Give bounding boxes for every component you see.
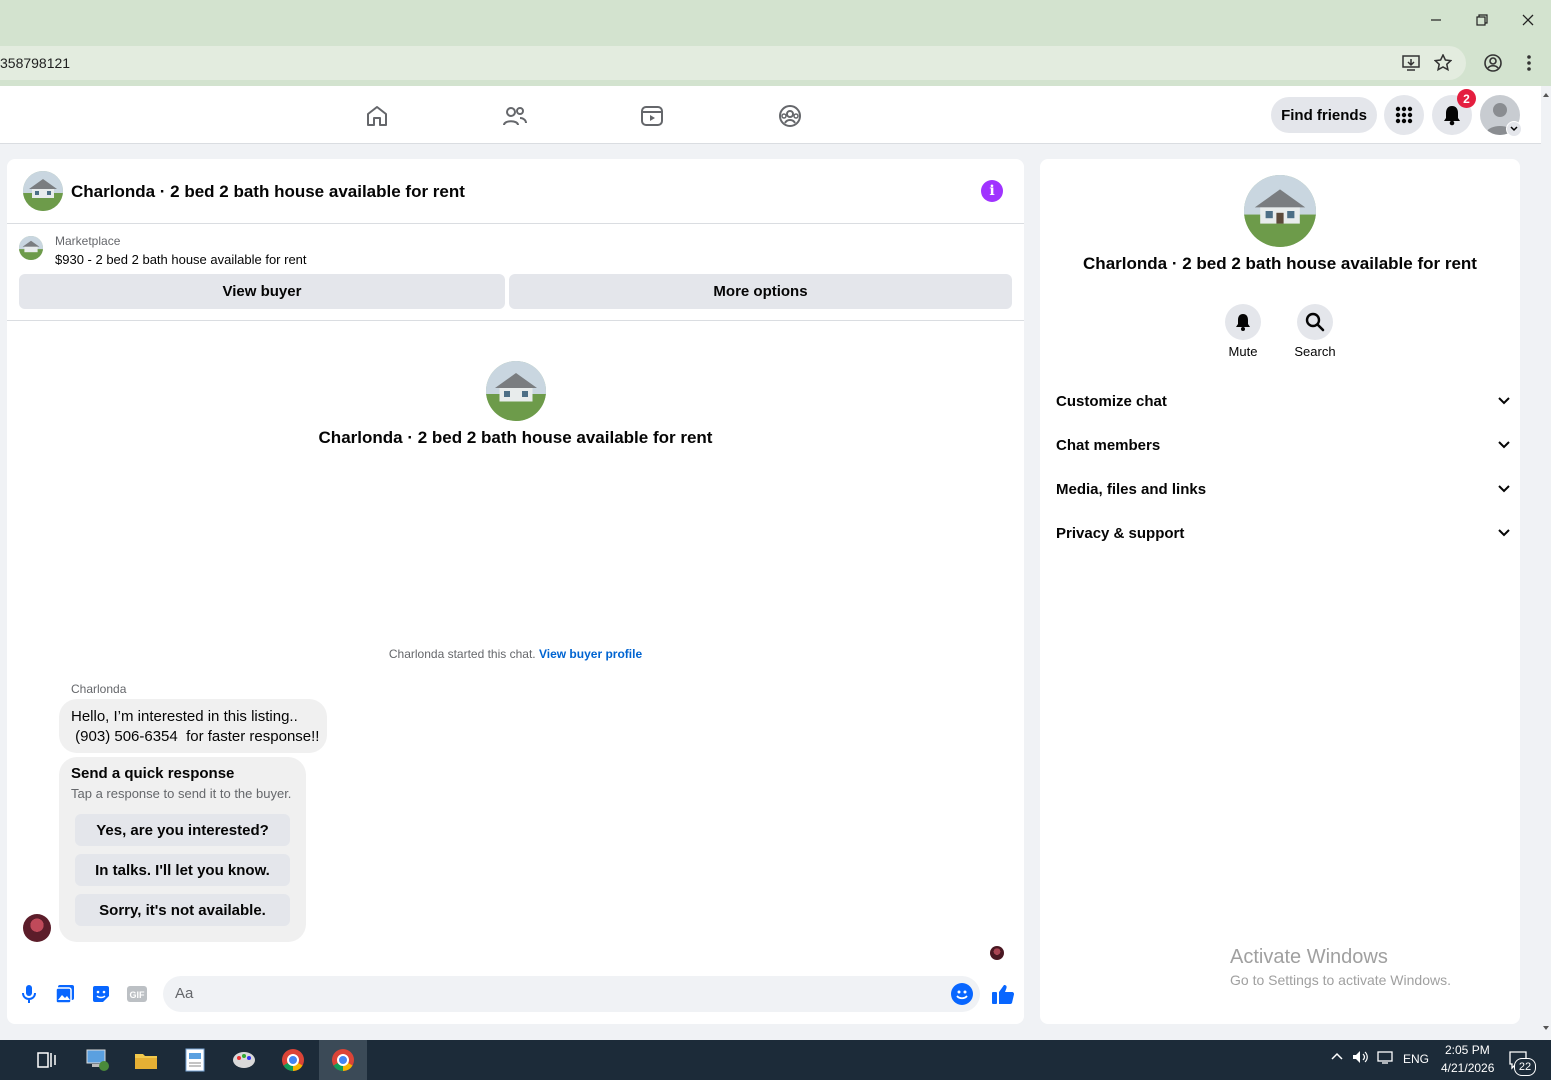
- chat-started-text: Charlonda started this chat.: [388, 647, 536, 661]
- restore-icon[interactable]: [1459, 0, 1505, 40]
- conversation-avatar[interactable]: [486, 361, 546, 421]
- url-text[interactable]: 358798121: [0, 55, 70, 71]
- like-icon[interactable]: [990, 982, 1016, 1006]
- listing-thumbnail[interactable]: [19, 236, 43, 260]
- microphone-icon[interactable]: [17, 982, 41, 1006]
- more-options-button[interactable]: More options: [509, 274, 1012, 309]
- clock-time[interactable]: 2:05 PM: [1445, 1043, 1490, 1057]
- section-label: Privacy & support: [1056, 524, 1185, 542]
- chat-title: Charlonda · 2 bed 2 bath house available…: [71, 182, 465, 201]
- quick-response-button[interactable]: Sorry, it's not available.: [75, 894, 290, 926]
- emoji-icon[interactable]: [951, 983, 973, 1005]
- paint-app-icon[interactable]: [221, 1043, 267, 1077]
- section-label: Chat members: [1056, 436, 1161, 454]
- tray-expand-icon[interactable]: [1330, 1050, 1344, 1064]
- conversation-name: Charlonda · 2 bed 2 bath house available…: [318, 428, 713, 447]
- svg-text:GIF: GIF: [130, 990, 146, 1000]
- sender-name: Charlonda: [71, 682, 127, 696]
- profile-icon[interactable]: [1480, 50, 1506, 76]
- menu-grid-icon[interactable]: [1384, 95, 1424, 135]
- account-chevron-icon[interactable]: [1506, 121, 1522, 137]
- customize-chat-section[interactable]: Customize chat: [1056, 389, 1511, 413]
- message-text-line: Hello, I’m interested in this listing..: [71, 708, 298, 725]
- details-avatar[interactable]: [1244, 175, 1316, 247]
- mute-button[interactable]: [1225, 304, 1261, 340]
- quick-response-title: Send a quick response: [71, 765, 235, 782]
- page-scrollbar[interactable]: [1541, 86, 1551, 1040]
- view-buyer-profile-link[interactable]: View buyer profile: [539, 647, 642, 661]
- divider: [7, 320, 1024, 321]
- network-computer-icon[interactable]: [74, 1043, 120, 1077]
- view-buyer-button[interactable]: View buyer: [19, 274, 505, 309]
- chat-members-section[interactable]: Chat members: [1056, 433, 1511, 457]
- section-label: Customize chat: [1056, 392, 1167, 410]
- chevron-down-icon: [1498, 397, 1510, 405]
- message-input[interactable]: [163, 976, 980, 1012]
- bookmark-star-icon[interactable]: [1430, 50, 1456, 76]
- gif-icon[interactable]: GIF: [125, 982, 149, 1006]
- chevron-down-icon: [1498, 529, 1510, 537]
- clock-date[interactable]: 4/21/2026: [1441, 1061, 1494, 1075]
- chat-started-notice: Charlonda started this chat. View buyer …: [7, 647, 1024, 661]
- quick-response-button[interactable]: In talks. I'll let you know.: [75, 854, 290, 886]
- install-app-icon[interactable]: [1398, 50, 1424, 76]
- media-files-links-section[interactable]: Media, files and links: [1056, 477, 1511, 501]
- action-center-badge: 22: [1514, 1058, 1536, 1076]
- search-button[interactable]: [1297, 304, 1333, 340]
- language-indicator[interactable]: ENG: [1403, 1052, 1429, 1066]
- chevron-down-icon: [1498, 441, 1510, 449]
- details-panel: [1040, 159, 1520, 1024]
- find-friends-button[interactable]: Find friends: [1271, 97, 1377, 133]
- search-label: Search: [1294, 344, 1336, 359]
- activate-windows-subtitle: Go to Settings to activate Windows.: [1230, 972, 1451, 988]
- message-text-line: (903) 506-6354 for faster response!!: [71, 728, 320, 745]
- sender-avatar[interactable]: [23, 914, 51, 942]
- browser-title-bar: [0, 0, 1551, 40]
- network-icon[interactable]: [1377, 1050, 1395, 1067]
- details-name: Charlonda · 2 bed 2 bath house available…: [1083, 254, 1477, 273]
- chrome-icon[interactable]: [270, 1043, 316, 1077]
- menu-dots-icon[interactable]: [1516, 50, 1542, 76]
- address-bar[interactable]: [0, 46, 1466, 80]
- activate-windows-title: Activate Windows: [1230, 946, 1388, 968]
- mute-label: Mute: [1228, 344, 1258, 359]
- marketplace-label: Marketplace: [55, 234, 121, 248]
- seen-indicator-avatar: [990, 946, 1004, 960]
- friends-icon[interactable]: [497, 98, 533, 134]
- listing-title[interactable]: $930 - 2 bed 2 bath house available for …: [55, 252, 307, 267]
- task-view-icon[interactable]: [24, 1043, 70, 1077]
- quick-response-button[interactable]: Yes, are you interested?: [75, 814, 290, 846]
- sticker-icon[interactable]: [89, 982, 113, 1006]
- video-icon[interactable]: [634, 98, 670, 134]
- groups-icon[interactable]: [772, 98, 808, 134]
- photo-icon[interactable]: [53, 982, 77, 1006]
- message-input-placeholder[interactable]: Aa: [175, 985, 193, 1002]
- privacy-support-section[interactable]: Privacy & support: [1056, 521, 1511, 545]
- minimize-icon[interactable]: [1413, 0, 1459, 40]
- info-icon[interactable]: i: [981, 180, 1003, 202]
- section-label: Media, files and links: [1056, 480, 1207, 498]
- quick-response-subtitle: Tap a response to send it to the buyer.: [71, 786, 292, 801]
- volume-icon[interactable]: [1352, 1050, 1370, 1067]
- listing-avatar[interactable]: [23, 171, 63, 211]
- document-app-icon[interactable]: [172, 1043, 218, 1077]
- file-explorer-icon[interactable]: [123, 1043, 169, 1077]
- notification-badge: 2: [1457, 89, 1476, 108]
- chevron-down-icon: [1498, 485, 1510, 493]
- chrome-profile-icon[interactable]: [320, 1043, 366, 1077]
- home-icon[interactable]: [359, 98, 395, 134]
- close-icon[interactable]: [1505, 0, 1551, 40]
